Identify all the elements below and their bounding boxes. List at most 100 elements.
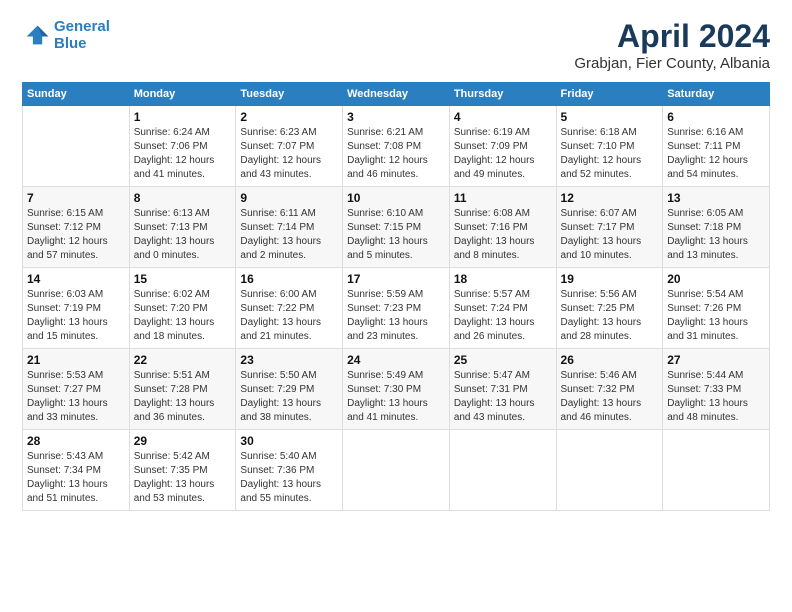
day-info: Sunrise: 6:10 AMSunset: 7:15 PMDaylight:… [347, 207, 445, 263]
day-number: 15 [134, 272, 232, 286]
calendar-cell: 29 Sunrise: 5:42 AMSunset: 7:35 PMDayligh… [129, 430, 236, 511]
day-info: Sunrise: 5:47 AMSunset: 7:31 PMDaylight:… [454, 369, 552, 425]
logo-general: General [54, 18, 110, 35]
day-info: Sunrise: 6:18 AMSunset: 7:10 PMDaylight:… [561, 126, 659, 182]
weekday-header-row: SundayMondayTuesdayWednesdayThursdayFrid… [23, 83, 770, 106]
calendar-cell: 20 Sunrise: 5:54 AMSunset: 7:26 PMDayligh… [663, 268, 770, 349]
day-number: 24 [347, 353, 445, 367]
day-number: 20 [667, 272, 765, 286]
calendar-cell: 27Sunrise: 5:44 AMSunset: 7:33 PMDayligh… [663, 349, 770, 430]
day-info: Sunrise: 6:07 AMSunset: 7:17 PMDaylight:… [561, 207, 659, 263]
day-info: Sunrise: 5:57 AMSunset: 7:24 PMDaylight:… [454, 288, 552, 344]
day-info: Sunrise: 6:24 AMSunset: 7:06 PMDaylight:… [134, 126, 232, 182]
calendar-cell: 4 Sunrise: 6:19 AMSunset: 7:09 PMDaylight… [449, 106, 556, 187]
day-number: 23 [240, 353, 338, 367]
day-number: 3 [347, 110, 445, 124]
title-block: April 2024 Grabjan, Fier County, Albania [574, 18, 770, 72]
logo-text: General Blue [54, 18, 110, 53]
calendar-cell: 15Sunrise: 6:02 AMSunset: 7:20 PMDayligh… [129, 268, 236, 349]
calendar-cell: 6Sunrise: 6:16 AMSunset: 7:11 PMDaylight… [663, 106, 770, 187]
weekday-header: Tuesday [236, 83, 343, 106]
calendar-cell: 18 Sunrise: 5:57 AMSunset: 7:24 PMDayligh… [449, 268, 556, 349]
day-info: Sunrise: 6:23 AMSunset: 7:07 PMDaylight:… [240, 126, 338, 182]
calendar-cell: 22 Sunrise: 5:51 AMSunset: 7:28 PMDayligh… [129, 349, 236, 430]
calendar-week-row: 7 Sunrise: 6:15 AMSunset: 7:12 PMDaylight… [23, 187, 770, 268]
calendar-week-row: 28Sunrise: 5:43 AMSunset: 7:34 PMDayligh… [23, 430, 770, 511]
day-number: 19 [561, 272, 659, 286]
day-info: Sunrise: 5:51 AMSunset: 7:28 PMDaylight:… [134, 369, 232, 425]
day-info: Sunrise: 5:49 AMSunset: 7:30 PMDaylight:… [347, 369, 445, 425]
logo: General Blue [22, 18, 110, 53]
day-info: Sunrise: 6:21 AMSunset: 7:08 PMDaylight:… [347, 126, 445, 182]
calendar-cell [556, 430, 663, 511]
day-number: 8 [134, 191, 232, 205]
day-info: Sunrise: 6:19 AMSunset: 7:09 PMDaylight:… [454, 126, 552, 182]
day-number: 5 [561, 110, 659, 124]
day-info: Sunrise: 5:46 AMSunset: 7:32 PMDaylight:… [561, 369, 659, 425]
day-number: 22 [134, 353, 232, 367]
calendar-cell: 13Sunrise: 6:05 AMSunset: 7:18 PMDayligh… [663, 187, 770, 268]
day-number: 14 [27, 272, 125, 286]
day-info: Sunrise: 5:50 AMSunset: 7:29 PMDaylight:… [240, 369, 338, 425]
weekday-header: Monday [129, 83, 236, 106]
calendar-cell: 28Sunrise: 5:43 AMSunset: 7:34 PMDayligh… [23, 430, 130, 511]
day-info: Sunrise: 6:03 AMSunset: 7:19 PMDaylight:… [27, 288, 125, 344]
subtitle: Grabjan, Fier County, Albania [574, 55, 770, 72]
day-info: Sunrise: 5:42 AMSunset: 7:35 PMDaylight:… [134, 450, 232, 506]
weekday-header: Wednesday [343, 83, 450, 106]
day-number: 30 [240, 434, 338, 448]
weekday-header: Sunday [23, 83, 130, 106]
calendar-cell: 30 Sunrise: 5:40 AMSunset: 7:36 PMDayligh… [236, 430, 343, 511]
header: General Blue April 2024 Grabjan, Fier Co… [22, 18, 770, 72]
calendar-cell: 12Sunrise: 6:07 AMSunset: 7:17 PMDayligh… [556, 187, 663, 268]
day-info: Sunrise: 5:59 AMSunset: 7:23 PMDaylight:… [347, 288, 445, 344]
calendar-cell [343, 430, 450, 511]
main-title: April 2024 [574, 18, 770, 55]
day-number: 27 [667, 353, 765, 367]
day-info: Sunrise: 6:13 AMSunset: 7:13 PMDaylight:… [134, 207, 232, 263]
day-number: 4 [454, 110, 552, 124]
day-number: 29 [134, 434, 232, 448]
calendar-cell: 26Sunrise: 5:46 AMSunset: 7:32 PMDayligh… [556, 349, 663, 430]
day-number: 9 [240, 191, 338, 205]
day-info: Sunrise: 5:40 AMSunset: 7:36 PMDaylight:… [240, 450, 338, 506]
day-info: Sunrise: 6:11 AMSunset: 7:14 PMDaylight:… [240, 207, 338, 263]
day-info: Sunrise: 5:53 AMSunset: 7:27 PMDaylight:… [27, 369, 125, 425]
calendar-table: SundayMondayTuesdayWednesdayThursdayFrid… [22, 82, 770, 511]
day-number: 10 [347, 191, 445, 205]
day-number: 6 [667, 110, 765, 124]
calendar-cell: 16 Sunrise: 6:00 AMSunset: 7:22 PMDayligh… [236, 268, 343, 349]
calendar-cell: 17 Sunrise: 5:59 AMSunset: 7:23 PMDayligh… [343, 268, 450, 349]
calendar-cell: 19Sunrise: 5:56 AMSunset: 7:25 PMDayligh… [556, 268, 663, 349]
calendar-cell: 7 Sunrise: 6:15 AMSunset: 7:12 PMDaylight… [23, 187, 130, 268]
day-info: Sunrise: 6:05 AMSunset: 7:18 PMDaylight:… [667, 207, 765, 263]
calendar-cell: 10 Sunrise: 6:10 AMSunset: 7:15 PMDayligh… [343, 187, 450, 268]
day-info: Sunrise: 6:00 AMSunset: 7:22 PMDaylight:… [240, 288, 338, 344]
day-number: 21 [27, 353, 125, 367]
calendar-cell: 14 Sunrise: 6:03 AMSunset: 7:19 PMDayligh… [23, 268, 130, 349]
calendar-cell: 9 Sunrise: 6:11 AMSunset: 7:14 PMDaylight… [236, 187, 343, 268]
calendar-cell: 11 Sunrise: 6:08 AMSunset: 7:16 PMDayligh… [449, 187, 556, 268]
calendar-cell: 1Sunrise: 6:24 AMSunset: 7:06 PMDaylight… [129, 106, 236, 187]
day-number: 18 [454, 272, 552, 286]
calendar-cell [23, 106, 130, 187]
calendar-cell: 3 Sunrise: 6:21 AMSunset: 7:08 PMDaylight… [343, 106, 450, 187]
calendar-cell: 25 Sunrise: 5:47 AMSunset: 7:31 PMDayligh… [449, 349, 556, 430]
day-info: Sunrise: 6:08 AMSunset: 7:16 PMDaylight:… [454, 207, 552, 263]
calendar-cell: 5 Sunrise: 6:18 AMSunset: 7:10 PMDaylight… [556, 106, 663, 187]
calendar-cell: 2Sunrise: 6:23 AMSunset: 7:07 PMDaylight… [236, 106, 343, 187]
day-number: 16 [240, 272, 338, 286]
logo-blue: Blue [54, 35, 87, 52]
calendar-cell [449, 430, 556, 511]
weekday-header: Friday [556, 83, 663, 106]
day-info: Sunrise: 6:15 AMSunset: 7:12 PMDaylight:… [27, 207, 125, 263]
day-number: 28 [27, 434, 125, 448]
day-number: 11 [454, 191, 552, 205]
page: General Blue April 2024 Grabjan, Fier Co… [0, 0, 792, 612]
day-number: 17 [347, 272, 445, 286]
calendar-cell [663, 430, 770, 511]
day-number: 25 [454, 353, 552, 367]
day-number: 7 [27, 191, 125, 205]
day-info: Sunrise: 5:54 AMSunset: 7:26 PMDaylight:… [667, 288, 765, 344]
calendar-cell: 24 Sunrise: 5:49 AMSunset: 7:30 PMDayligh… [343, 349, 450, 430]
